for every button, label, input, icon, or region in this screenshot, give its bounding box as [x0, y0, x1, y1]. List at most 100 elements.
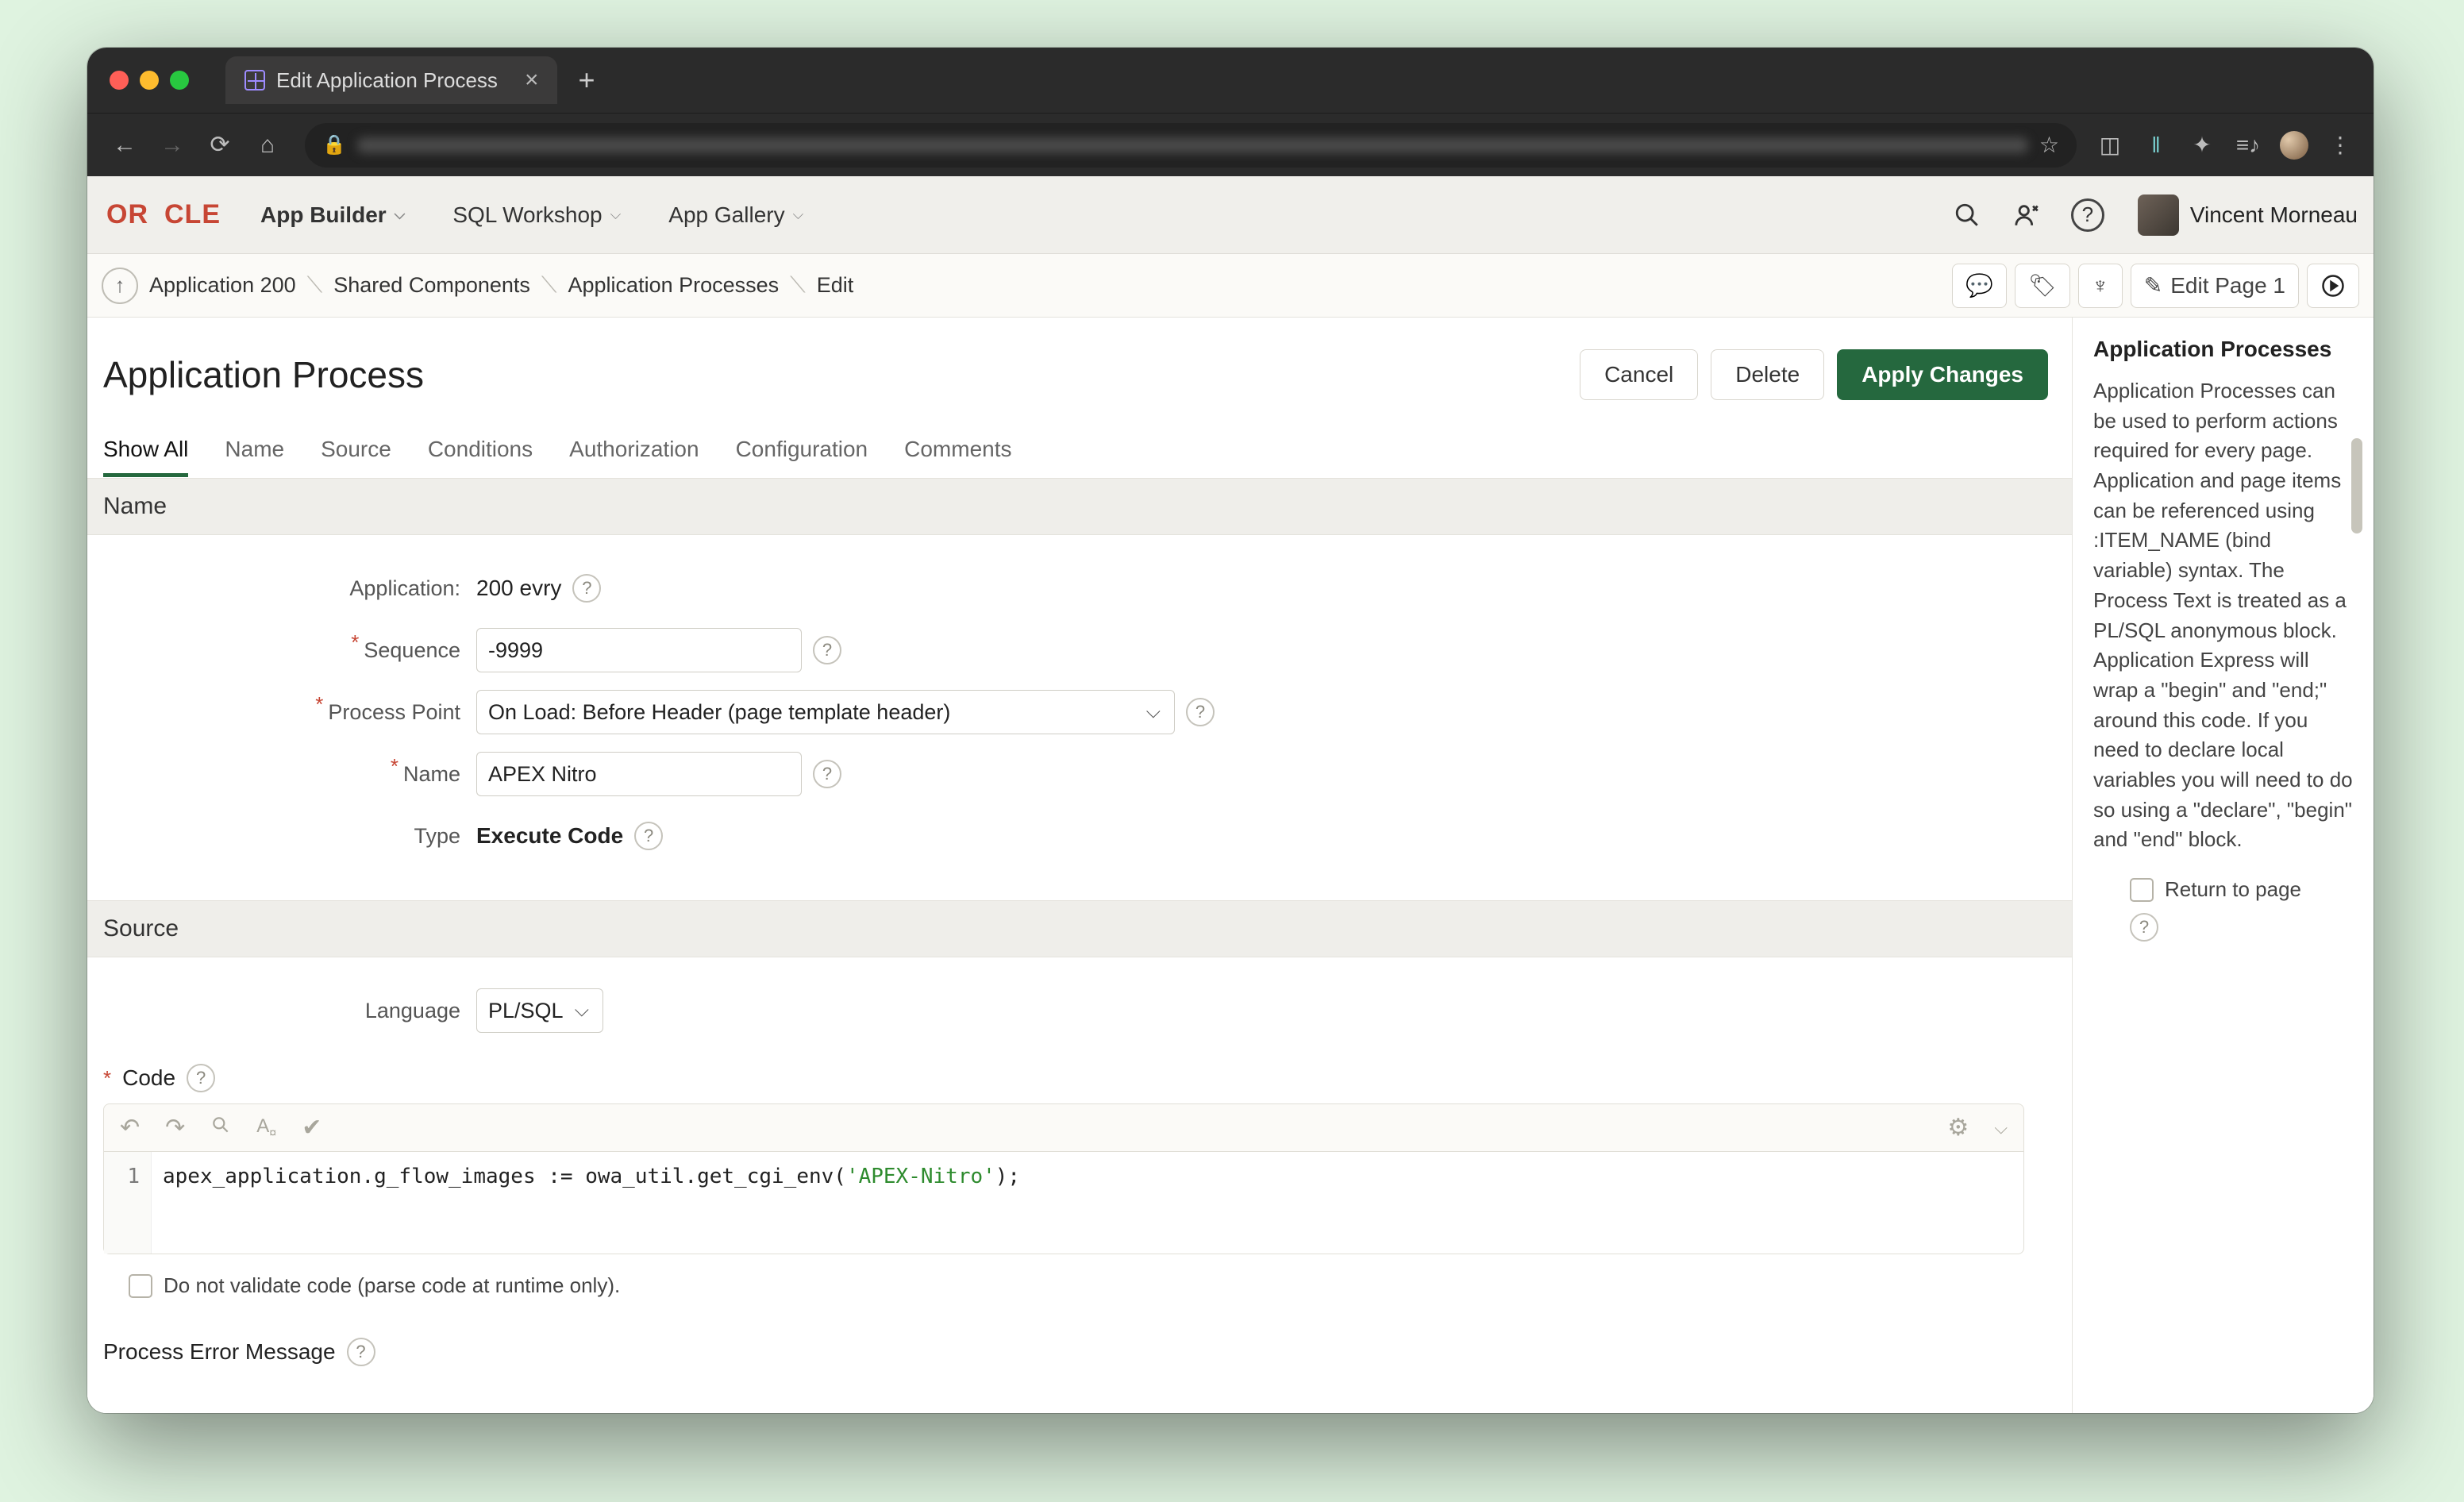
traffic-lights	[110, 71, 189, 90]
tab-authorization[interactable]: Authorization	[569, 437, 699, 477]
nav-sql-workshop[interactable]: SQL Workshop ⌵	[452, 202, 621, 228]
tree-button[interactable]: ♆	[2078, 264, 2123, 308]
field-label: Name	[403, 762, 460, 787]
cancel-button[interactable]: Cancel	[1580, 349, 1698, 400]
help-icon[interactable]: ?	[1186, 698, 1215, 726]
edit-page-button[interactable]: ✎ Edit Page 1	[2131, 264, 2299, 308]
browser-chrome: Edit Application Process × + ← → ⟳ ⌂ 🔒 ☆…	[87, 48, 2374, 176]
tab-source[interactable]: Source	[321, 437, 391, 477]
field-label: Sequence	[364, 638, 460, 663]
tab-conditions[interactable]: Conditions	[428, 437, 533, 477]
reading-list-icon[interactable]: ≡♪	[2234, 131, 2262, 160]
process-point-select[interactable]: On Load: Before Header (page template he…	[476, 690, 1175, 734]
help-icon[interactable]: ?	[187, 1064, 215, 1092]
language-select[interactable]: PL/SQL	[476, 988, 603, 1033]
field-error-message: Process Error Message ?	[87, 1317, 2072, 1387]
field-label-wrap: * Name	[103, 762, 476, 787]
breadcrumb-bar: ↑ Application 200 ⟍ Shared Components ⟍ …	[87, 254, 2374, 318]
comment-button[interactable]: 💬	[1952, 264, 2007, 308]
apply-changes-button[interactable]: Apply Changes	[1837, 349, 2048, 400]
up-level-button[interactable]: ↑	[102, 268, 138, 304]
section-tabs: Show All Name Source Conditions Authoriz…	[87, 416, 2072, 478]
code-post: );	[995, 1165, 1020, 1188]
settings-gear-icon[interactable]: ⚙	[1947, 1114, 1969, 1142]
button-label: Cancel	[1604, 362, 1673, 387]
url-text-blurred	[357, 137, 2028, 153]
code-toolbar: ↶ ↷ A¤ ✔ ⚙ ⌵	[103, 1103, 2024, 1151]
chevron-down-icon: ⌵	[395, 206, 406, 223]
nav-label: SQL Workshop	[452, 202, 602, 228]
code-pre: apex_application.g_flow_images := owa_ut…	[163, 1165, 846, 1188]
tab-show-all[interactable]: Show All	[103, 437, 188, 477]
undo-icon[interactable]: ↶	[120, 1114, 140, 1142]
bars-extension-icon[interactable]: ‖	[2142, 131, 2170, 160]
help-icon[interactable]: ?	[347, 1338, 375, 1366]
crumb-application-processes[interactable]: Application Processes	[568, 273, 780, 298]
no-validate-checkbox[interactable]	[129, 1274, 152, 1298]
help-icon[interactable]: ?	[634, 822, 663, 850]
code-string: 'APEX-Nitro'	[846, 1165, 995, 1188]
forward-button[interactable]: →	[154, 127, 191, 164]
bookmark-star-icon[interactable]: ☆	[2039, 132, 2059, 158]
tab-configuration[interactable]: Configuration	[736, 437, 868, 477]
field-language: Language PL/SQL	[103, 981, 2056, 1040]
help-icon[interactable]: ?	[2071, 198, 2104, 232]
browser-menu-icon[interactable]: ⋮	[2326, 131, 2354, 160]
help-icon[interactable]: ?	[2130, 913, 2158, 942]
find-icon[interactable]	[210, 1115, 231, 1142]
return-to-page-checkbox[interactable]	[2130, 878, 2154, 902]
puzzle-extension-icon[interactable]: ✦	[2188, 131, 2216, 160]
sequence-input[interactable]	[476, 628, 802, 672]
field-name: * Name ?	[103, 745, 2056, 803]
help-icon[interactable]: ?	[572, 574, 601, 603]
new-tab-button[interactable]: +	[572, 66, 601, 94]
nav-app-builder[interactable]: App Builder ⌵	[260, 202, 405, 228]
process-point-select-wrap: On Load: Before Header (page template he…	[476, 690, 1175, 734]
button-label: Delete	[1735, 362, 1800, 387]
field-label-wrap: * Process Point	[103, 700, 476, 725]
tab-favicon-icon	[244, 70, 265, 91]
minimize-window-icon[interactable]	[140, 71, 159, 90]
back-button[interactable]: ←	[106, 127, 143, 164]
edit-page-label: Edit Page 1	[2170, 273, 2285, 298]
nav-app-gallery[interactable]: App Gallery ⌵	[668, 202, 803, 228]
sidebar-body: Application Processes can be used to per…	[2093, 376, 2353, 855]
autocomplete-icon[interactable]: A¤	[256, 1115, 276, 1141]
chevron-down-icon[interactable]: ⌵	[1994, 1118, 2008, 1138]
no-validate-row: Do not validate code (parse code at runt…	[103, 1262, 2056, 1309]
help-icon[interactable]: ?	[813, 636, 841, 664]
crumb-application[interactable]: Application 200	[149, 273, 296, 298]
crumb-separator-icon: ⟍	[541, 272, 557, 298]
help-icon[interactable]: ?	[813, 760, 841, 788]
address-field[interactable]: 🔒 ☆	[305, 123, 2077, 168]
code-editor[interactable]: 1 apex_application.g_flow_images := owa_…	[103, 1151, 2024, 1254]
maximize-window-icon[interactable]	[170, 71, 189, 90]
crumb-shared-components[interactable]: Shared Components	[333, 273, 530, 298]
return-to-page-label: Return to page	[2165, 877, 2301, 902]
run-page-button[interactable]	[2307, 264, 2359, 308]
crumb-separator-icon: ⟍	[307, 272, 323, 298]
close-window-icon[interactable]	[110, 71, 129, 90]
validate-icon[interactable]: ✔	[302, 1114, 321, 1142]
admin-icon[interactable]	[2011, 198, 2044, 232]
oracle-logo[interactable]: ORCLE	[106, 199, 221, 230]
reload-button[interactable]: ⟳	[202, 127, 238, 164]
editor-content[interactable]: apex_application.g_flow_images := owa_ut…	[152, 1152, 2023, 1254]
code-block-area: ↶ ↷ A¤ ✔ ⚙ ⌵ 1	[103, 1103, 2056, 1262]
profile-avatar-icon[interactable]	[2280, 131, 2308, 160]
search-icon[interactable]	[1950, 198, 1984, 232]
tag-button[interactable]: 🏷	[2015, 264, 2070, 308]
redo-icon[interactable]: ↷	[165, 1114, 185, 1142]
name-input[interactable]	[476, 752, 802, 796]
delete-button[interactable]: Delete	[1711, 349, 1824, 400]
shield-extension-icon[interactable]: ◫	[2096, 131, 2124, 160]
browser-tab[interactable]: Edit Application Process ×	[225, 56, 557, 104]
tab-close-icon[interactable]: ×	[525, 68, 539, 92]
tab-name[interactable]: Name	[225, 437, 284, 477]
section-body-name: Application: 200 evry ? * Sequence	[87, 535, 2072, 900]
vertical-scrollbar[interactable]	[2351, 438, 2362, 533]
user-chip[interactable]: Vincent Morneau	[2138, 194, 2358, 236]
tab-comments[interactable]: Comments	[904, 437, 1011, 477]
home-button[interactable]: ⌂	[249, 127, 286, 164]
browser-window: Edit Application Process × + ← → ⟳ ⌂ 🔒 ☆…	[87, 48, 2374, 1413]
